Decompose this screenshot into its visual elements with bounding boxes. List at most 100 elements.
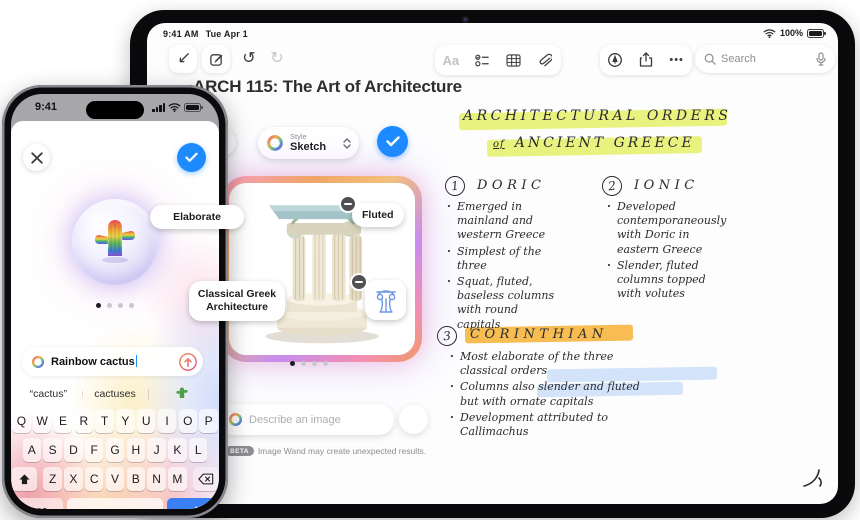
key[interactable]: I [158, 409, 176, 433]
dictation-icon[interactable] [816, 52, 826, 66]
markup-button[interactable] [602, 47, 628, 73]
style-selector[interactable]: Style Sketch [258, 127, 359, 159]
ipad-status-bar: 9:41 AMTue Apr 1 100% [147, 28, 838, 42]
ipad-device: 9:41 AMTue Apr 1 100% [130, 10, 855, 518]
generated-image-bubble[interactable] [72, 199, 158, 285]
battery-icon [184, 103, 201, 112]
undo-button[interactable]: ↺ [235, 45, 263, 73]
key[interactable]: G [106, 438, 124, 462]
key[interactable]: D [64, 438, 82, 462]
beta-badge: BETA [225, 446, 254, 456]
dynamic-island [86, 101, 144, 119]
table-button[interactable] [501, 47, 527, 73]
playground-accept-button[interactable] [177, 143, 206, 172]
attribute-chip-fluted[interactable]: Fluted [352, 203, 404, 227]
minimize-note-button[interactable] [169, 45, 197, 73]
space-key[interactable] [67, 498, 163, 509]
keyboard-row-1: QWERTYUIOP [11, 409, 219, 433]
key[interactable]: Z [43, 467, 61, 491]
image-playground-icon [31, 355, 45, 369]
key[interactable]: C [85, 467, 103, 491]
share-icon [639, 52, 653, 68]
key[interactable]: O [179, 409, 197, 433]
search-placeholder: Search [721, 53, 811, 65]
compose-icon [209, 52, 224, 67]
note-bullet: Most elaborate of the three classical or… [450, 350, 780, 378]
more-button[interactable]: ••• [664, 47, 690, 73]
key[interactable]: J [147, 438, 165, 462]
key[interactable]: Q [12, 409, 30, 433]
prompt-input[interactable]: Rainbow cactus [22, 347, 203, 376]
key[interactable]: L [189, 438, 207, 462]
return-key[interactable] [167, 498, 215, 509]
submit-prompt-button[interactable] [178, 352, 198, 372]
image-wand-accept-button[interactable] [377, 126, 408, 157]
attribute-chip-subject[interactable]: Classical Greek Architecture [189, 281, 285, 321]
key[interactable]: V [106, 467, 124, 491]
remove-sketch-button[interactable] [350, 273, 368, 291]
source-sketch-chip[interactable] [365, 280, 406, 320]
remove-fluted-button[interactable] [339, 195, 357, 213]
rainbow-cactus-image [93, 216, 137, 268]
key[interactable]: K [168, 438, 186, 462]
backspace-key[interactable] [193, 467, 218, 491]
cellular-icon [152, 103, 165, 112]
text-format-button[interactable]: Aa [438, 47, 464, 73]
playground-close-button[interactable] [23, 144, 50, 171]
describe-image-field[interactable]: Describe an image [218, 404, 394, 435]
table-icon [506, 54, 521, 67]
checklist-button[interactable] [469, 47, 495, 73]
key[interactable]: N [147, 467, 165, 491]
text-cursor [136, 355, 138, 367]
numbers-key[interactable]: 123 [15, 498, 63, 509]
attribute-chip-elaborate[interactable]: Elaborate [150, 205, 244, 229]
note-bullet: Slender, fluted columns topped with volu… [607, 259, 775, 302]
key[interactable]: A [23, 438, 41, 462]
ipad-date: Tue Apr 1 [206, 29, 248, 39]
note-bullet: Developed contemporaneously with Doric i… [607, 200, 775, 257]
screenshot-stage: 9:41 AMTue Apr 1 100% [0, 0, 860, 520]
key[interactable]: F [85, 438, 103, 462]
keyboard-row-3: ZXCVBNM [11, 467, 219, 491]
image-page-dots[interactable] [290, 361, 328, 366]
key[interactable]: T [95, 409, 113, 433]
key[interactable]: R [75, 409, 93, 433]
key[interactable]: P [199, 409, 217, 433]
compose-button[interactable] [202, 45, 230, 73]
attachment-button[interactable] [532, 47, 558, 73]
iphone-clock: 9:41 [35, 101, 57, 113]
note-bullet: Columns also slender and fluted but with… [450, 380, 780, 408]
describe-placeholder: Describe an image [249, 414, 341, 426]
suggestion-emoji[interactable] [148, 386, 215, 403]
key[interactable]: S [43, 438, 61, 462]
add-attribute-button[interactable] [399, 405, 428, 434]
key[interactable]: X [64, 467, 82, 491]
ipad-clock: 9:41 AM [163, 29, 199, 39]
ipad-front-camera [462, 16, 469, 23]
search-field[interactable]: Search [695, 45, 835, 73]
wifi-icon [168, 102, 181, 112]
paperclip-icon [538, 53, 552, 68]
shift-key[interactable] [12, 467, 37, 491]
notes-heading-1: ARCHITECTURAL ORDERS [463, 108, 732, 124]
ipad-screen: 9:41 AMTue Apr 1 100% [147, 23, 838, 504]
key[interactable]: W [33, 409, 51, 433]
key[interactable]: U [137, 409, 155, 433]
playground-page-dots[interactable] [96, 303, 134, 308]
share-button[interactable] [633, 47, 659, 73]
note-bullet: Simplest of the three [447, 245, 619, 273]
key[interactable]: H [127, 438, 145, 462]
corner-scribble [802, 468, 824, 488]
prompt-text: Rainbow cactus [51, 356, 135, 368]
redo-button[interactable]: ↻ [263, 45, 291, 73]
key[interactable]: E [54, 409, 72, 433]
suggestion-quoted[interactable]: “cactus” [15, 388, 82, 400]
battery-icon [807, 29, 824, 38]
key[interactable]: Y [116, 409, 134, 433]
key[interactable]: B [127, 467, 145, 491]
key[interactable]: M [168, 467, 186, 491]
suggestion-plural[interactable]: cactuses [82, 388, 149, 400]
cactus-emoji-icon [176, 386, 188, 400]
collapse-icon [176, 52, 190, 66]
style-value: Sketch [290, 141, 337, 153]
